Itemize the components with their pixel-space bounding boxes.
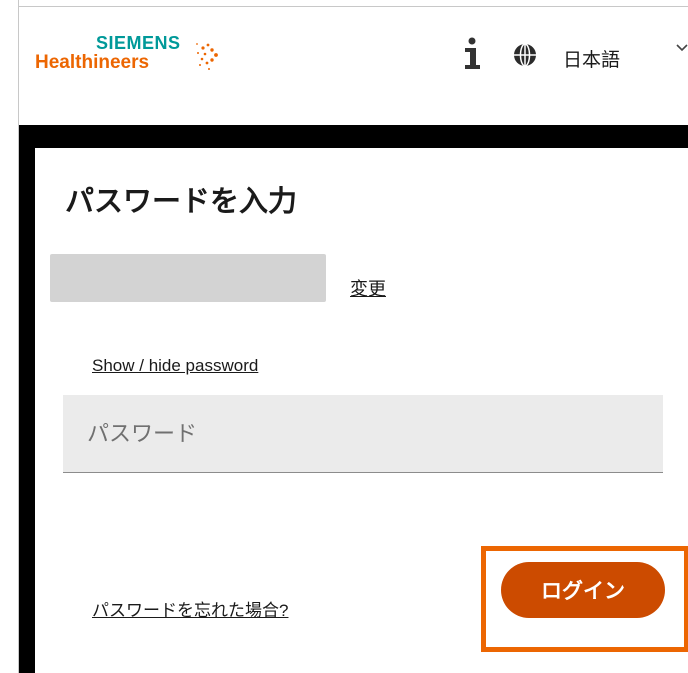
info-icon[interactable] xyxy=(462,37,482,71)
header-bar: SIEMENS Healthineers 日本語 xyxy=(19,7,688,125)
change-username-link[interactable]: 変更 xyxy=(350,275,386,301)
forgot-password-link[interactable]: パスワードを忘れた場合? xyxy=(92,596,288,621)
logo-dots-icon xyxy=(196,43,218,70)
logo-text-healthineers: Healthineers xyxy=(35,52,150,73)
language-selector-label[interactable]: 日本語 xyxy=(563,45,620,72)
password-input[interactable] xyxy=(63,395,663,473)
logo-text-siemens: SIEMENS xyxy=(96,33,181,53)
chevron-down-icon[interactable] xyxy=(675,43,688,53)
login-button[interactable]: ログイン xyxy=(501,562,665,618)
globe-icon xyxy=(514,43,536,67)
show-hide-password-link[interactable]: Show / hide password xyxy=(92,356,258,376)
username-display xyxy=(50,254,326,302)
siemens-healthineers-logo: SIEMENS Healthineers xyxy=(35,33,245,81)
page-title: パスワードを入力 xyxy=(65,186,298,218)
